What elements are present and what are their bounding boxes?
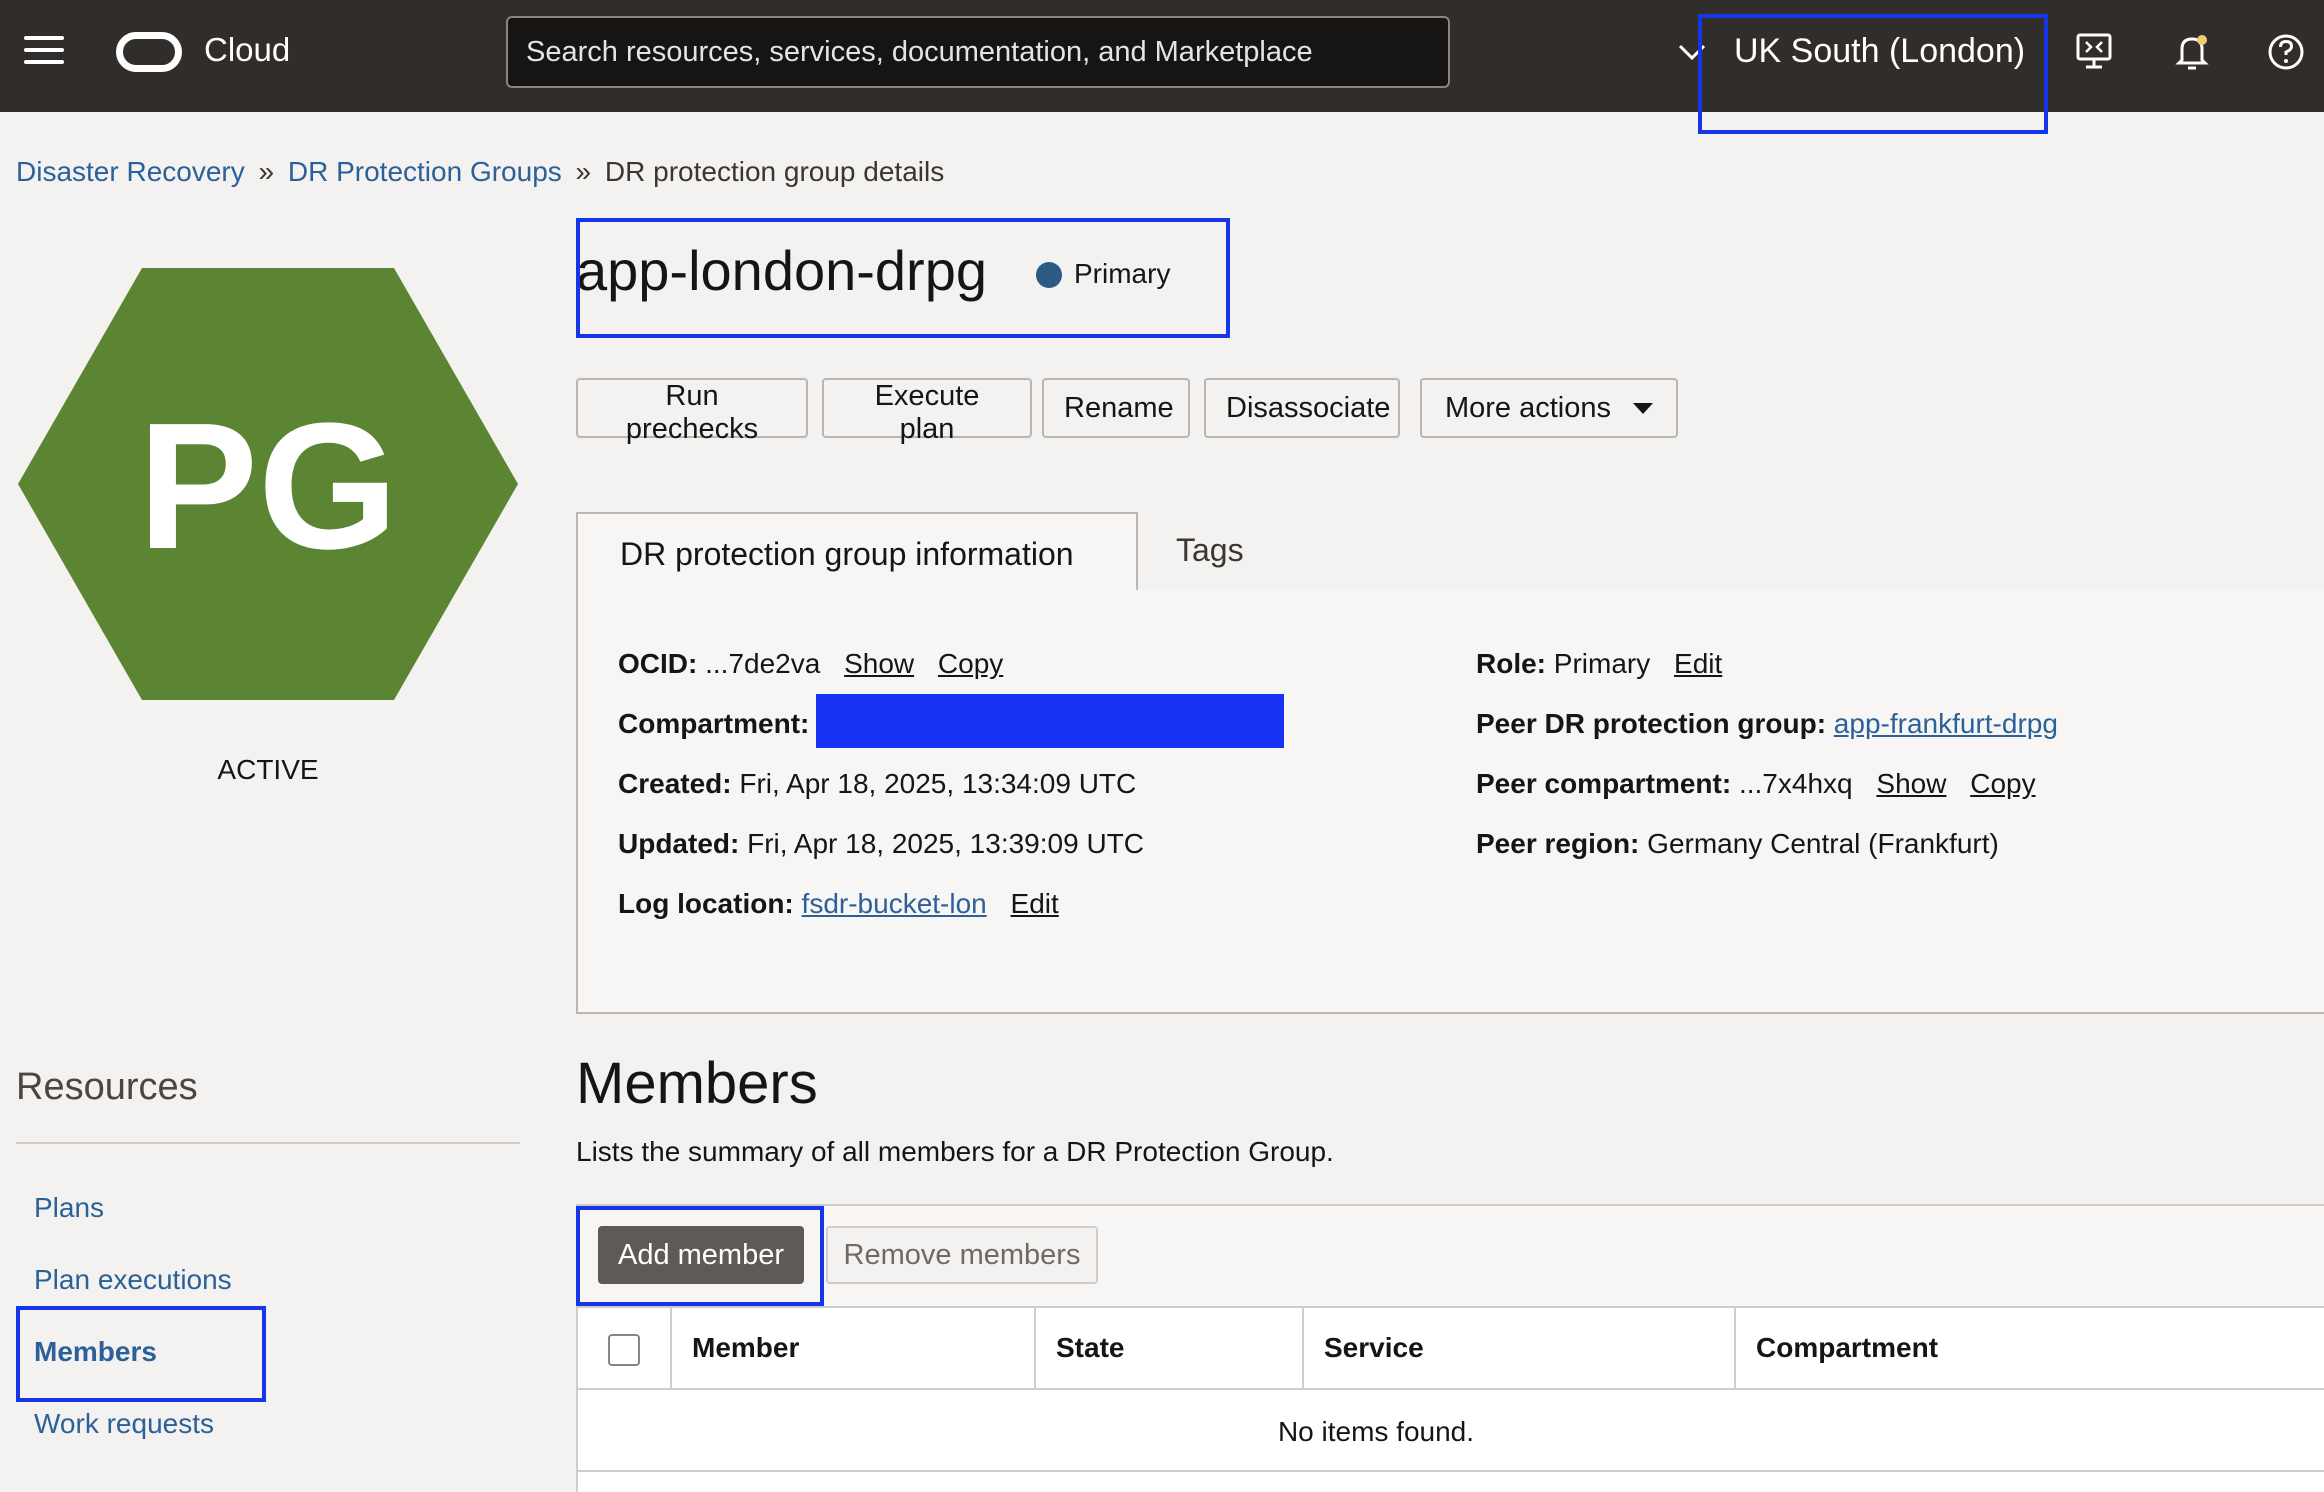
ocid-value: ...7de2va xyxy=(705,648,821,679)
role-row: Role: Primary Edit xyxy=(1476,648,1723,679)
ocid-copy-link[interactable]: Copy xyxy=(938,648,1003,679)
resources-link-work-requests[interactable]: Work requests xyxy=(34,1408,214,1440)
rename-button[interactable]: Rename xyxy=(1042,378,1190,438)
role-value: Primary xyxy=(1553,648,1651,679)
peer-compartment-value: ...7x4hxq xyxy=(1738,768,1853,799)
disassociate-button[interactable]: Disassociate xyxy=(1204,378,1400,438)
members-description: Lists the summary of all members for a D… xyxy=(576,1136,1334,1167)
breadcrumb-current: DR protection group details xyxy=(604,156,945,187)
peer-compartment-show-link[interactable]: Show xyxy=(1876,768,1946,799)
empty-table-message: No items found. xyxy=(1277,1416,1475,1447)
column-divider xyxy=(1734,1306,1736,1390)
resources-link-plans[interactable]: Plans xyxy=(34,1192,104,1224)
help-icon[interactable] xyxy=(2264,30,2308,74)
peer-region-row: Peer region: Germany Central (Frankfurt) xyxy=(1476,828,1999,859)
search-input[interactable] xyxy=(506,16,1450,88)
log-location-edit-link[interactable]: Edit xyxy=(1011,888,1059,919)
breadcrumb: Disaster Recovery » DR Protection Groups… xyxy=(16,156,945,187)
log-location-row: Log location: fsdr-bucket-lon Edit xyxy=(618,888,1059,919)
brand-name[interactable]: Cloud xyxy=(204,31,290,69)
members-heading: Members xyxy=(576,1051,818,1116)
top-navigation-bar: Cloud UK South (London) xyxy=(0,0,2324,134)
cloud-shell-icon[interactable] xyxy=(2072,30,2116,74)
resource-hexagon-icon: PG xyxy=(18,268,518,700)
members-highlight-box xyxy=(16,1306,266,1402)
log-location-link[interactable]: fsdr-bucket-lon xyxy=(802,888,987,919)
resource-initials: PG xyxy=(138,386,398,587)
run-prechecks-button[interactable]: Run prechecks xyxy=(576,378,808,445)
redacted-compartment-value xyxy=(816,694,1284,748)
more-actions-label: More actions xyxy=(1444,391,1611,424)
resources-heading: Resources xyxy=(16,1066,198,1108)
more-actions-button[interactable]: More actions xyxy=(1420,378,1678,438)
add-member-highlight-box xyxy=(576,1206,824,1306)
peer-region-value: Germany Central (Frankfurt) xyxy=(1647,828,1999,859)
select-all-checkbox[interactable] xyxy=(608,1334,640,1366)
resources-divider xyxy=(16,1142,520,1144)
members-table-header xyxy=(576,1306,2324,1390)
updated-value: Fri, Apr 18, 2025, 13:39:09 UTC xyxy=(747,828,1144,859)
ocid-row: OCID: ...7de2va Show Copy xyxy=(618,648,1004,679)
column-header-member[interactable]: Member xyxy=(692,1332,799,1364)
peer-compartment-copy-link[interactable]: Copy xyxy=(1970,768,2035,799)
peer-group-row: Peer DR protection group: app-frankfurt-… xyxy=(1476,708,2058,739)
oracle-logo-icon[interactable] xyxy=(116,32,182,72)
column-header-service[interactable]: Service xyxy=(1324,1332,1424,1364)
updated-row: Updated: Fri, Apr 18, 2025, 13:39:09 UTC xyxy=(618,828,1144,859)
created-value: Fri, Apr 18, 2025, 13:34:09 UTC xyxy=(739,768,1137,799)
notification-bell-icon[interactable] xyxy=(2170,30,2214,74)
compartment-row: Compartment: xyxy=(618,708,810,739)
ocid-show-link[interactable]: Show xyxy=(844,648,914,679)
members-table-footer xyxy=(576,1472,2324,1492)
breadcrumb-dr-protection-groups[interactable]: DR Protection Groups xyxy=(288,156,562,187)
execute-plan-button[interactable]: Execute plan xyxy=(822,378,1032,445)
created-row: Created: Fri, Apr 18, 2025, 13:34:09 UTC xyxy=(618,768,1137,799)
column-divider xyxy=(1302,1306,1304,1390)
column-divider xyxy=(1034,1306,1036,1390)
breadcrumb-disaster-recovery[interactable]: Disaster Recovery xyxy=(16,156,245,187)
caret-down-icon xyxy=(1633,403,1653,415)
tab-dr-protection-group-information[interactable]: DR protection group information xyxy=(576,512,1138,594)
region-highlight-box xyxy=(1698,14,2048,134)
resource-status: ACTIVE xyxy=(217,754,319,785)
peer-group-link[interactable]: app-frankfurt-drpg xyxy=(1834,708,2058,739)
column-header-state[interactable]: State xyxy=(1056,1332,1124,1364)
peer-compartment-row: Peer compartment: ...7x4hxq Show Copy xyxy=(1476,768,2036,799)
resources-link-plan-executions[interactable]: Plan executions xyxy=(34,1264,232,1296)
title-highlight-box xyxy=(576,218,1230,338)
role-edit-link[interactable]: Edit xyxy=(1674,648,1722,679)
tab-tags[interactable]: Tags xyxy=(1176,532,1244,569)
column-header-compartment[interactable]: Compartment xyxy=(1756,1332,1938,1364)
hamburger-menu-icon[interactable] xyxy=(24,36,64,68)
remove-members-button: Remove members xyxy=(826,1226,1098,1284)
column-divider xyxy=(670,1306,672,1390)
